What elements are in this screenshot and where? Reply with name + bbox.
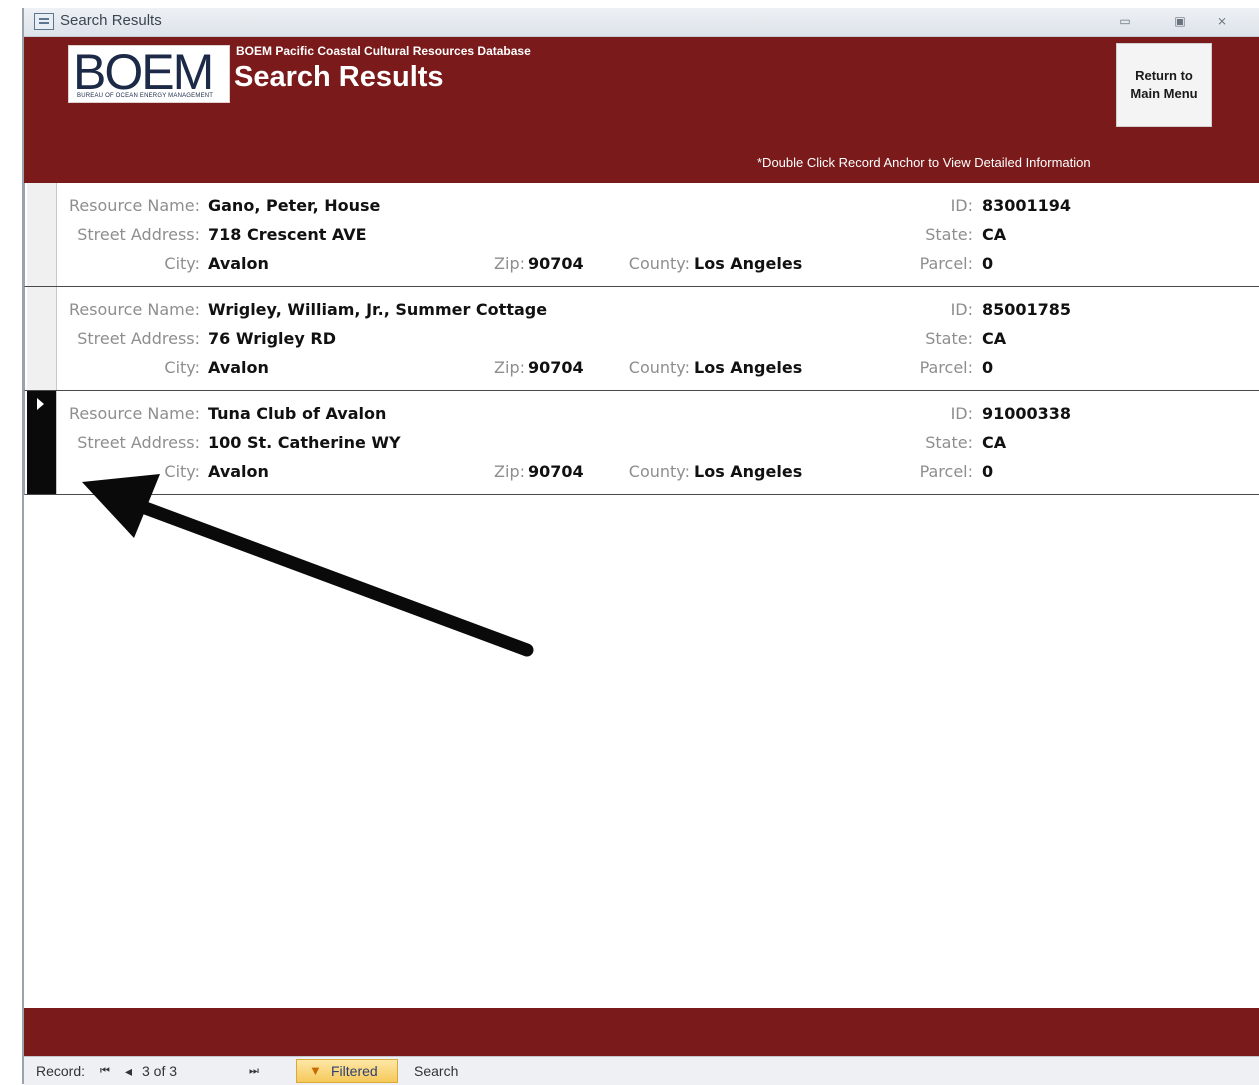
city-value[interactable]: Avalon bbox=[208, 358, 269, 377]
id-value[interactable]: 83001194 bbox=[982, 196, 1071, 215]
window-title: Search Results bbox=[60, 12, 162, 29]
id-label: ID: bbox=[950, 196, 973, 215]
zip-value[interactable]: 90704 bbox=[528, 462, 584, 481]
list-item[interactable]: Resource Name: Gano, Peter, House Street… bbox=[24, 183, 1259, 287]
county-label: County: bbox=[628, 254, 690, 273]
id-label: ID: bbox=[950, 404, 973, 423]
state-value[interactable]: CA bbox=[982, 329, 1006, 348]
zip-value[interactable]: 90704 bbox=[528, 254, 584, 273]
street-address-label: Street Address: bbox=[77, 433, 200, 452]
street-address-label: Street Address: bbox=[77, 329, 200, 348]
street-address-value[interactable]: 76 Wrigley RD bbox=[208, 329, 336, 348]
state-label: State: bbox=[925, 225, 973, 244]
form-header: BOEM BUREAU OF OCEAN ENERGY MANAGEMENT B… bbox=[24, 37, 1259, 183]
street-address-value[interactable]: 100 St. Catherine WY bbox=[208, 433, 401, 452]
resource-name-label: Resource Name: bbox=[68, 404, 200, 423]
zip-label: Zip: bbox=[494, 254, 525, 273]
filtered-toggle-button[interactable]: ▼ Filtered bbox=[296, 1059, 398, 1083]
id-value[interactable]: 91000338 bbox=[982, 404, 1071, 423]
state-label: State: bbox=[925, 329, 973, 348]
id-value[interactable]: 85001785 bbox=[982, 300, 1071, 319]
parcel-value[interactable]: 0 bbox=[982, 462, 993, 481]
zip-label: Zip: bbox=[494, 358, 525, 377]
restore-icon[interactable]: ▣ bbox=[1172, 14, 1188, 28]
form-footer bbox=[24, 1008, 1259, 1056]
list-item[interactable]: Resource Name: Tuna Club of Avalon Stree… bbox=[24, 391, 1259, 495]
street-address-label: Street Address: bbox=[77, 225, 200, 244]
zip-label: Zip: bbox=[494, 462, 525, 481]
record-list: Resource Name: Gano, Peter, House Street… bbox=[24, 183, 1259, 495]
current-record-pointer-icon bbox=[37, 398, 44, 410]
city-label: City: bbox=[164, 462, 200, 481]
county-label: County: bbox=[628, 358, 690, 377]
city-value[interactable]: Avalon bbox=[208, 254, 269, 273]
resource-name-label: Resource Name: bbox=[68, 196, 200, 215]
filter-funnel-icon: ▼ bbox=[309, 1063, 322, 1078]
zip-value[interactable]: 90704 bbox=[528, 358, 584, 377]
search-box[interactable]: Search bbox=[414, 1063, 458, 1079]
county-value[interactable]: Los Angeles bbox=[694, 358, 802, 377]
resource-name-value[interactable]: Tuna Club of Avalon bbox=[208, 404, 386, 423]
database-title: BOEM Pacific Coastal Cultural Resources … bbox=[236, 44, 531, 58]
form-icon bbox=[34, 13, 54, 30]
boem-logo: BOEM BUREAU OF OCEAN ENERGY MANAGEMENT bbox=[68, 44, 230, 103]
minimize-icon[interactable]: ▭ bbox=[1117, 14, 1133, 28]
resource-name-value[interactable]: Gano, Peter, House bbox=[208, 196, 380, 215]
page-title: Search Results bbox=[234, 61, 444, 93]
return-to-main-menu-button[interactable]: Return to Main Menu bbox=[1116, 43, 1212, 127]
last-record-icon[interactable]: ⏭ bbox=[249, 1065, 259, 1078]
parcel-value[interactable]: 0 bbox=[982, 358, 993, 377]
previous-record-icon[interactable]: ◂ bbox=[125, 1063, 132, 1080]
record-label: Record: bbox=[36, 1063, 86, 1079]
state-label: State: bbox=[925, 433, 973, 452]
double-click-hint: *Double Click Record Anchor to View Deta… bbox=[757, 155, 1091, 170]
parcel-label: Parcel: bbox=[919, 254, 973, 273]
state-value[interactable]: CA bbox=[982, 433, 1006, 452]
close-icon[interactable]: ⨯ bbox=[1214, 14, 1230, 28]
city-value[interactable]: Avalon bbox=[208, 462, 269, 481]
parcel-value[interactable]: 0 bbox=[982, 254, 993, 273]
resource-name-value[interactable]: Wrigley, William, Jr., Summer Cottage bbox=[208, 300, 547, 319]
city-label: City: bbox=[164, 254, 200, 273]
city-label: City: bbox=[164, 358, 200, 377]
title-bar: Search Results ▭ ▣ ⨯ bbox=[24, 8, 1259, 37]
id-label: ID: bbox=[950, 300, 973, 319]
current-record-input[interactable]: 3 of 3 bbox=[142, 1063, 177, 1079]
parcel-label: Parcel: bbox=[919, 462, 973, 481]
parcel-label: Parcel: bbox=[919, 358, 973, 377]
record-navigation-bar: Record: ⏮ ◂ 3 of 3 ⏭ ▼ Filtered Search bbox=[24, 1056, 1259, 1085]
county-value[interactable]: Los Angeles bbox=[694, 462, 802, 481]
logo-subtext: BUREAU OF OCEAN ENERGY MANAGEMENT bbox=[77, 93, 214, 99]
list-item[interactable]: Resource Name: Wrigley, William, Jr., Su… bbox=[24, 287, 1259, 391]
county-value[interactable]: Los Angeles bbox=[694, 254, 802, 273]
state-value[interactable]: CA bbox=[982, 225, 1006, 244]
form-window: Search Results ▭ ▣ ⨯ BOEM BUREAU OF OCEA… bbox=[22, 8, 1259, 1085]
resource-name-label: Resource Name: bbox=[68, 300, 200, 319]
county-label: County: bbox=[628, 462, 690, 481]
filtered-label: Filtered bbox=[331, 1063, 378, 1079]
first-record-icon[interactable]: ⏮ bbox=[100, 1065, 110, 1078]
logo-text: BOEM bbox=[73, 44, 214, 100]
street-address-value[interactable]: 718 Crescent AVE bbox=[208, 225, 367, 244]
